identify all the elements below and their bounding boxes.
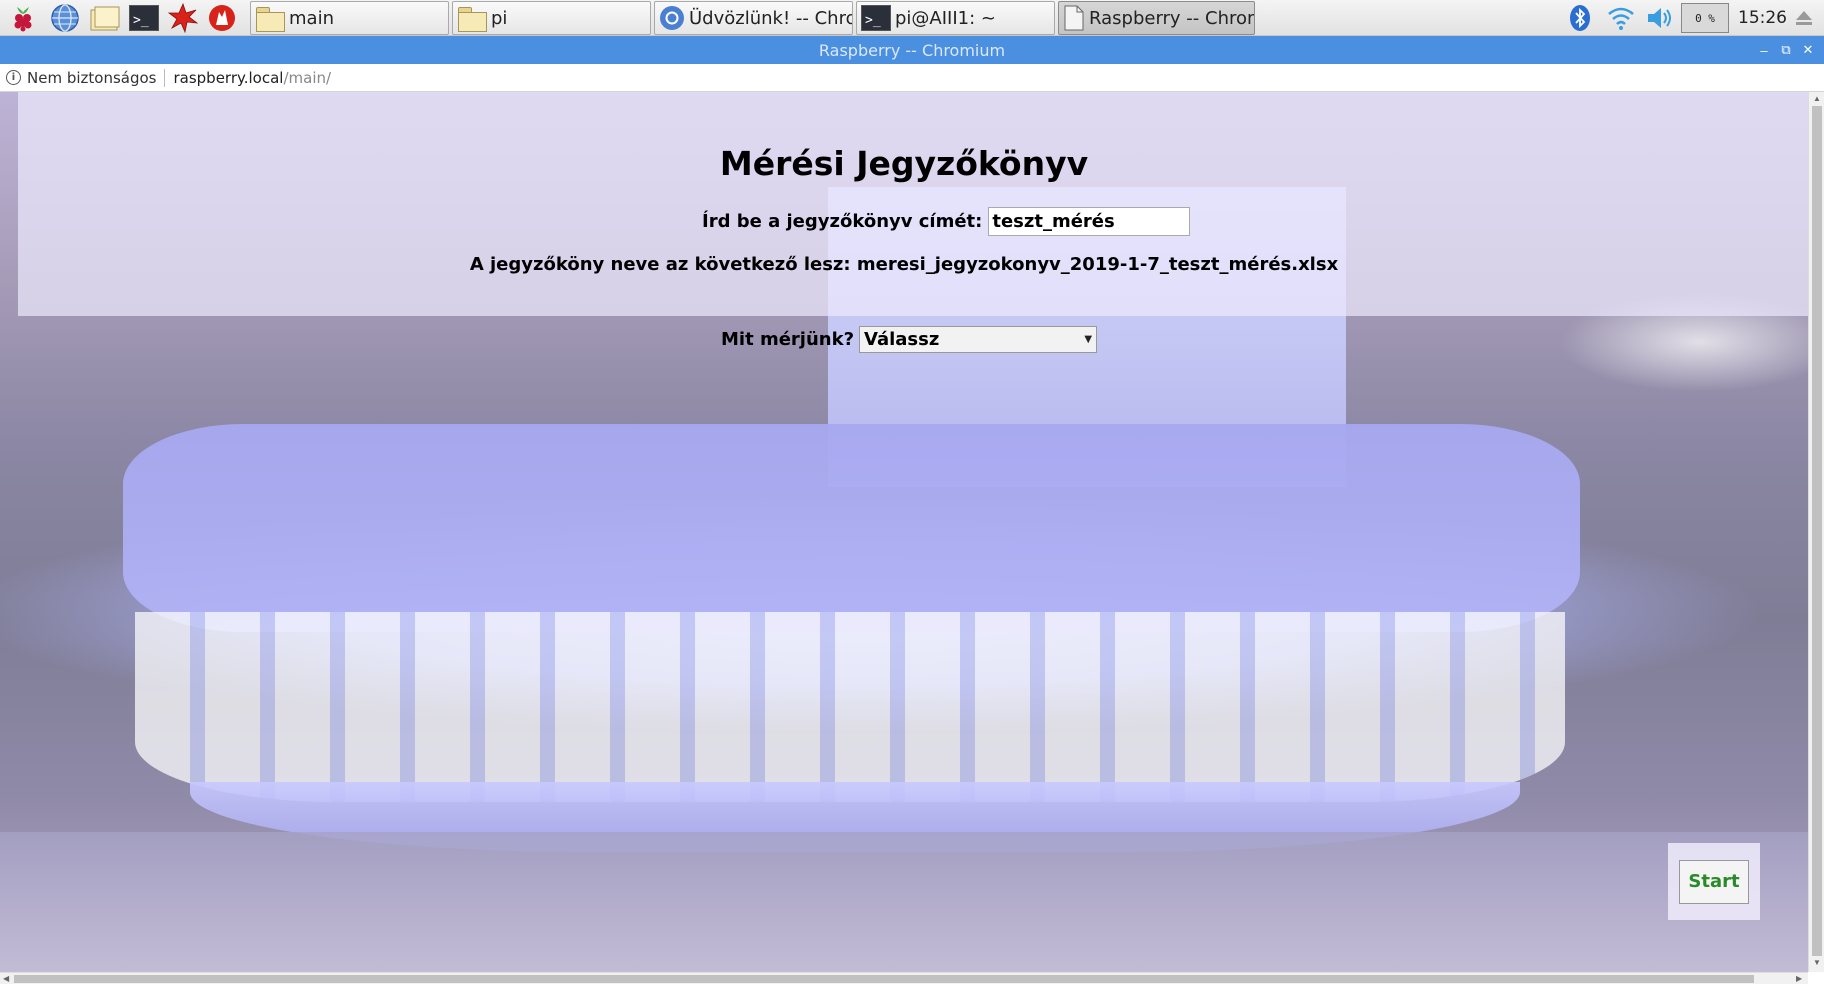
- cpu-monitor[interactable]: 0 %: [1681, 3, 1729, 33]
- scroll-up-icon[interactable]: ▲: [1813, 94, 1821, 103]
- measure-form-row: Mit mérjünk? Válassz ▼: [721, 325, 1098, 353]
- clock[interactable]: 15:26: [1738, 8, 1787, 28]
- background-windows: [135, 612, 1565, 802]
- eject-icon[interactable]: [1790, 2, 1818, 34]
- task-button-pi[interactable]: pi: [452, 1, 651, 35]
- start-panel: Start: [1668, 843, 1760, 920]
- title-prompt-label: Írd be a jegyzőkönyv címét:: [702, 210, 983, 232]
- page-content: Mérési Jegyzőkönyv Írd be a jegyzőkönyv …: [0, 92, 1808, 972]
- task-button-raspberry-chromium[interactable]: Raspberry -- Chromiu...: [1058, 1, 1255, 35]
- task-label: Üdvözlünk! -- Chromi...: [689, 7, 853, 29]
- raspberry-menu-icon[interactable]: [6, 2, 40, 34]
- task-label: Raspberry -- Chromiu...: [1089, 7, 1254, 29]
- measure-select[interactable]: Válassz ▼: [859, 325, 1098, 353]
- background-road: [0, 832, 1808, 972]
- cpu-value: 0 %: [1695, 11, 1715, 25]
- folder-icon: [255, 5, 285, 32]
- task-label: pi@AIII1: ~: [895, 7, 996, 29]
- web-browser-icon[interactable]: [48, 2, 82, 34]
- chevron-down-icon: ▼: [1084, 333, 1093, 345]
- task-button-chromium-welcome[interactable]: Üdvözlünk! -- Chromi...: [654, 1, 853, 35]
- report-title-input[interactable]: [988, 206, 1191, 236]
- scroll-down-icon[interactable]: ▼: [1813, 958, 1821, 967]
- url-path[interactable]: /main/: [283, 69, 331, 87]
- task-button-main[interactable]: main: [250, 1, 449, 35]
- url-host[interactable]: raspberry.local: [173, 69, 283, 87]
- scroll-right-icon[interactable]: ▶: [1796, 974, 1802, 983]
- info-icon[interactable]: i: [6, 70, 21, 85]
- start-button[interactable]: Start: [1679, 859, 1749, 904]
- taskbar: >_ main pi Üdvözlünk! -- Chromi... >_ pi…: [0, 0, 1824, 36]
- window-titlebar[interactable]: Raspberry -- Chromium: [0, 36, 1824, 64]
- scroll-left-icon[interactable]: ◀: [3, 974, 9, 983]
- vertical-scroll-thumb[interactable]: [1812, 106, 1822, 956]
- security-label[interactable]: Nem biztonságos: [27, 69, 156, 87]
- header-panel: [18, 92, 1808, 316]
- horizontal-scroll-thumb[interactable]: [14, 975, 1754, 983]
- background-building: [123, 424, 1580, 632]
- close-icon[interactable]: ✕: [1797, 36, 1819, 64]
- bluetooth-icon[interactable]: [1565, 2, 1595, 34]
- chromium-icon: [659, 5, 685, 31]
- address-bar[interactable]: i Nem biztonságos raspberry.local/main/: [0, 64, 1824, 92]
- volume-icon[interactable]: [1643, 2, 1677, 34]
- title-form-row: Írd be a jegyzőkönyv címét:: [702, 206, 1191, 236]
- maximize-icon[interactable]: ⧉: [1775, 36, 1797, 64]
- wolfram-icon[interactable]: [205, 2, 239, 34]
- measure-label: Mit mérjünk?: [721, 328, 855, 350]
- window-title: Raspberry -- Chromium: [818, 40, 1006, 60]
- page-title: Mérési Jegyzőkönyv: [719, 144, 1089, 183]
- mathematica-icon[interactable]: [166, 2, 200, 34]
- horizontal-scrollbar[interactable]: ◀ ▶: [0, 972, 1808, 984]
- filename-preview: A jegyzőköny neve az következő lesz: mer…: [469, 254, 1339, 275]
- folder-icon: [457, 5, 487, 32]
- measure-select-value: Válassz: [864, 328, 940, 350]
- minimize-icon[interactable]: –: [1753, 36, 1775, 64]
- task-button-terminal[interactable]: >_ pi@AIII1: ~: [856, 1, 1055, 35]
- file-manager-icon[interactable]: [88, 2, 122, 34]
- vertical-scrollbar[interactable]: ▲ ▼: [1808, 92, 1824, 972]
- task-label: pi: [491, 7, 508, 29]
- terminal-icon: >_: [861, 5, 891, 31]
- terminal-launcher-icon[interactable]: >_: [127, 2, 161, 34]
- wifi-icon[interactable]: [1604, 2, 1638, 34]
- document-icon: [1063, 5, 1085, 31]
- task-label: main: [289, 7, 334, 29]
- divider: [164, 68, 166, 87]
